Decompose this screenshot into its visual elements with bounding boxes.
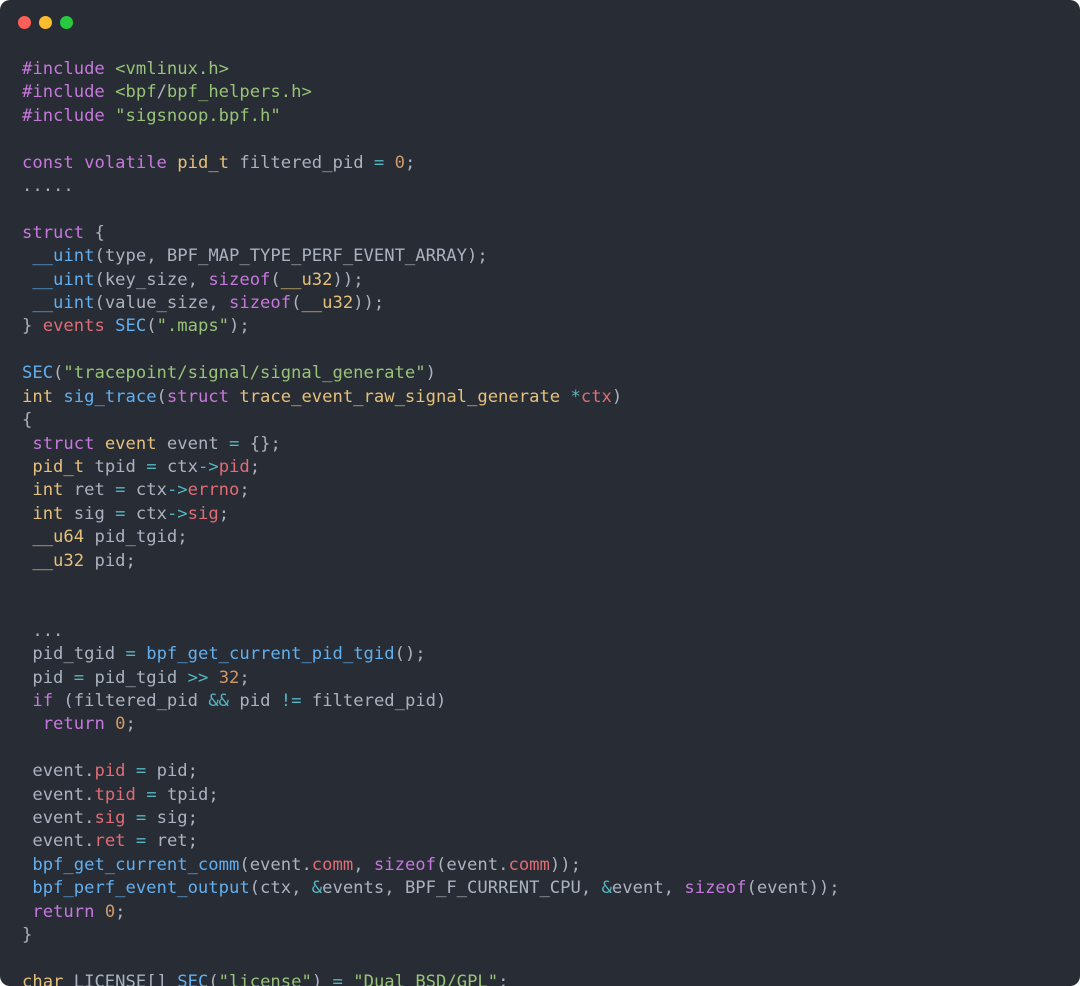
fn-sig_trace: sig_trace bbox=[63, 387, 156, 407]
op-star: * bbox=[571, 387, 581, 407]
str-maps: ".maps" bbox=[157, 316, 229, 336]
var-pid: pid bbox=[94, 551, 125, 571]
fld-key_size: key_size bbox=[105, 270, 188, 290]
type-u32: __u32 bbox=[32, 551, 84, 571]
zoom-icon[interactable] bbox=[60, 16, 73, 29]
kw-struct: struct bbox=[167, 387, 229, 407]
fld-pid: pid bbox=[219, 457, 250, 477]
kw-struct: struct bbox=[32, 434, 94, 454]
fn-SEC: SEC bbox=[22, 363, 53, 383]
type-u32: __u32 bbox=[281, 270, 333, 290]
str-tracepoint: "tracepoint/signal/signal_generate" bbox=[63, 363, 425, 383]
type-int: int bbox=[32, 480, 63, 500]
const-map-type: BPF_MAP_TYPE_PERF_EVENT_ARRAY bbox=[167, 246, 467, 266]
kw-return: return bbox=[43, 714, 105, 734]
brackets: [] bbox=[146, 972, 167, 986]
rbrace: } bbox=[22, 925, 32, 945]
param-ctx: ctx bbox=[581, 387, 612, 407]
op-amp: & bbox=[312, 878, 322, 898]
var-filtered_pid: filtered_pid bbox=[239, 153, 363, 173]
fld-value_size: value_size bbox=[105, 293, 208, 313]
ellipsis: ... bbox=[32, 621, 63, 641]
lbrace: { bbox=[22, 410, 32, 430]
var-LICENSE: LICENSE bbox=[74, 972, 146, 986]
kw-if: if bbox=[32, 691, 53, 711]
minimize-icon[interactable] bbox=[39, 16, 52, 29]
fn-bpf_get_current_comm: bpf_get_current_comm bbox=[32, 855, 239, 875]
type-event: event bbox=[105, 434, 157, 454]
type-int: int bbox=[32, 504, 63, 524]
kw-return: return bbox=[32, 902, 94, 922]
fld-ret: ret bbox=[94, 831, 125, 851]
str-license: "license" bbox=[219, 972, 312, 986]
titlebar bbox=[0, 0, 1080, 44]
fld-type: type bbox=[105, 246, 146, 266]
preproc-include: #include bbox=[22, 59, 105, 79]
include-path: <bpf bbox=[115, 82, 156, 102]
fld-comm: comm bbox=[312, 855, 353, 875]
var-ctx: ctx bbox=[167, 457, 198, 477]
lbrace: { bbox=[94, 223, 104, 243]
preproc-include: #include bbox=[22, 82, 105, 102]
semi: ; bbox=[405, 153, 415, 173]
kw-volatile: volatile bbox=[84, 153, 167, 173]
op-eq: = bbox=[374, 153, 384, 173]
type-char: char bbox=[22, 972, 63, 986]
var-event: event bbox=[167, 434, 219, 454]
type-pid_t: pid_t bbox=[177, 153, 229, 173]
type-pid_t: pid_t bbox=[32, 457, 84, 477]
preproc-include: #include bbox=[22, 106, 105, 126]
slash: / bbox=[157, 82, 167, 102]
fn-sizeof: sizeof bbox=[208, 270, 270, 290]
fn-bpf_get_current_pid_tgid: bpf_get_current_pid_tgid bbox=[146, 644, 394, 664]
fn-bpf_perf_event_output: bpf_perf_event_output bbox=[32, 878, 249, 898]
op-andand: && bbox=[208, 691, 229, 711]
code-content: #include <vmlinux.h> #include <bpf/bpf_h… bbox=[0, 44, 1080, 986]
fn-uint: __uint bbox=[32, 246, 94, 266]
fld-sig: sig bbox=[188, 504, 219, 524]
fld-errno: errno bbox=[188, 480, 240, 500]
op-neq: != bbox=[281, 691, 302, 711]
fn-sizeof: sizeof bbox=[229, 293, 291, 313]
fn-uint: __uint bbox=[32, 293, 94, 313]
num-zero: 0 bbox=[395, 153, 405, 173]
op-arrow: -> bbox=[198, 457, 219, 477]
include-path: bpf_helpers.h> bbox=[167, 82, 312, 102]
include-path: <vmlinux.h> bbox=[115, 59, 229, 79]
num-32: 32 bbox=[219, 668, 240, 688]
op-shr: >> bbox=[188, 668, 209, 688]
code-window: #include <vmlinux.h> #include <bpf/bpf_h… bbox=[0, 0, 1080, 986]
var-ret: ret bbox=[74, 480, 105, 500]
var-tpid: tpid bbox=[94, 457, 135, 477]
str-dual: "Dual BSD/GPL" bbox=[353, 972, 498, 986]
var-events: events bbox=[43, 316, 105, 336]
fld-tpid: tpid bbox=[94, 785, 135, 805]
kw-const: const bbox=[22, 153, 74, 173]
type-trace-event: trace_event_raw_signal_generate bbox=[239, 387, 560, 407]
type-int: int bbox=[22, 387, 53, 407]
rbrace: } bbox=[22, 316, 32, 336]
empty-init: {} bbox=[250, 434, 271, 454]
close-icon[interactable] bbox=[18, 16, 31, 29]
var-pid_tgid: pid_tgid bbox=[94, 527, 177, 547]
kw-struct: struct bbox=[22, 223, 84, 243]
include-path: "sigsnoop.bpf.h" bbox=[115, 106, 281, 126]
type-u32: __u32 bbox=[301, 293, 353, 313]
op-eq: = bbox=[229, 434, 239, 454]
ellipsis: ..... bbox=[22, 176, 74, 196]
const-bpf-f-cpu: BPF_F_CURRENT_CPU bbox=[405, 878, 581, 898]
fn-SEC: SEC bbox=[115, 316, 146, 336]
type-u64: __u64 bbox=[32, 527, 84, 547]
fn-uint: __uint bbox=[32, 270, 94, 290]
var-sig: sig bbox=[74, 504, 105, 524]
